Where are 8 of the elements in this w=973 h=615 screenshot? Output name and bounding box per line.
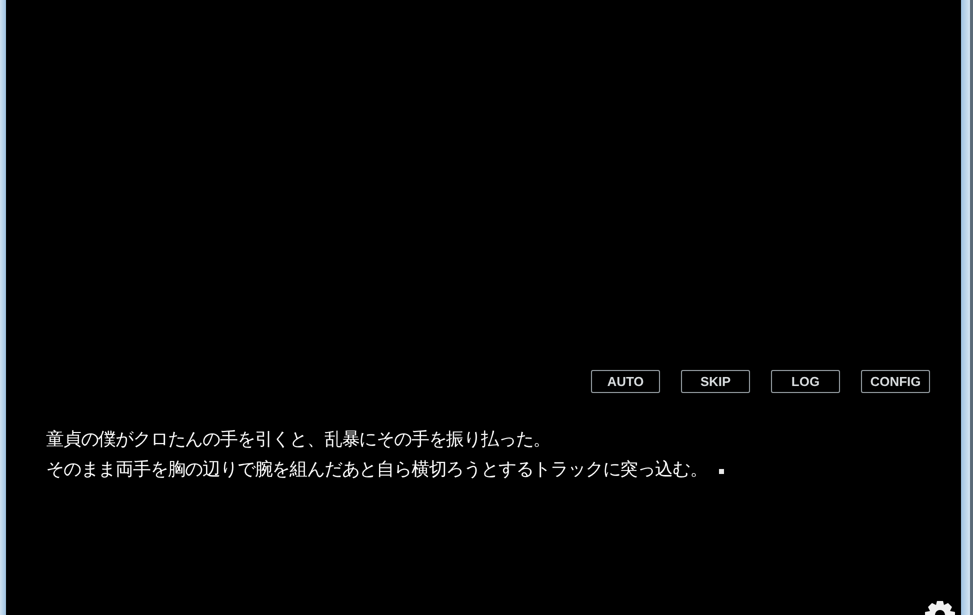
dialogue-text: 童貞の僕がクロたんの手を引くと、乱暴にその手を振り払った。 <box>46 429 551 450</box>
menu-button[interactable]: CONFIG <box>861 370 930 393</box>
dialogue-text: そのまま両手を胸の辺りで腕を組んだあと自ら横切ろうとするトラックに突っ込む。 <box>46 459 708 480</box>
settings-icon[interactable] <box>925 601 955 615</box>
click-wait-icon <box>719 469 724 474</box>
menu-button[interactable]: SKIP <box>681 370 750 393</box>
menu-button[interactable]: LOG <box>771 370 840 393</box>
menu-button[interactable]: AUTO <box>591 370 660 393</box>
